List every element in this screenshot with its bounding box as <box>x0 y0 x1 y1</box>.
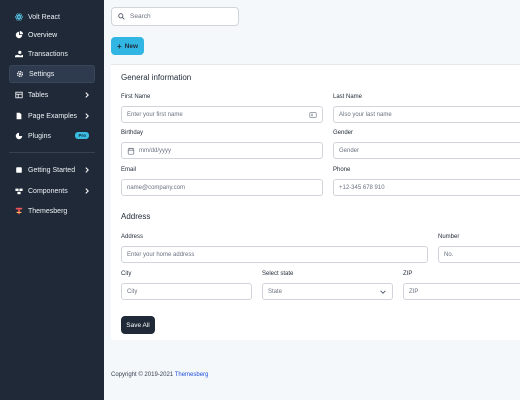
new-button[interactable]: + New <box>111 37 144 55</box>
sidebar-item-label: Plugins <box>28 132 51 140</box>
search-input[interactable] <box>130 13 230 20</box>
book-icon <box>15 166 23 174</box>
table-icon <box>15 91 23 99</box>
sidebar-item-label: Themesberg <box>28 207 68 215</box>
calendar-icon <box>127 147 135 155</box>
first-name-field[interactable]: Enter your first name <box>121 106 323 123</box>
hand-holding-usd-icon <box>15 50 23 58</box>
sidebar-item-components[interactable]: Components <box>9 182 95 200</box>
sidebar-item-tables[interactable]: Tables <box>9 86 95 104</box>
address-heading: Address <box>121 212 151 221</box>
gender-label: Gender <box>333 130 354 136</box>
state-label: Select state <box>262 271 294 277</box>
sidebar-item-themesberg[interactable]: Themesberg <box>9 202 95 220</box>
sidebar-item-label: Components <box>28 187 68 195</box>
sidebar-item-page-examples[interactable]: Page Examples <box>9 107 95 125</box>
birthday-field[interactable]: mm/dd/yyyy <box>121 142 323 159</box>
save-all-button[interactable]: Save All <box>121 316 155 334</box>
last-name-field[interactable]: Also your last name <box>333 106 520 123</box>
pie-chart-icon <box>15 31 23 39</box>
boxes-icon <box>15 187 23 195</box>
pro-badge: Pro <box>75 132 89 139</box>
address-label: Address <box>121 234 144 240</box>
chevron-right-icon <box>83 166 91 174</box>
phone-label: Phone <box>333 167 351 173</box>
zip-field[interactable]: ZIP <box>403 283 520 300</box>
themesberg-logo-icon <box>15 207 23 215</box>
sidebar-item-overview[interactable]: Overview <box>9 26 95 44</box>
search-icon <box>118 13 125 20</box>
birthday-label: Birthday <box>121 130 144 136</box>
gear-icon <box>16 70 24 78</box>
brand-label: Volt React <box>28 13 60 21</box>
chart-pie-icon <box>15 132 23 140</box>
email-field[interactable]: name@company.com <box>121 179 323 196</box>
search-box[interactable] <box>111 7 239 26</box>
last-name-label: Last Name <box>333 94 363 100</box>
sidebar-item-label: Getting Started <box>28 166 76 174</box>
city-label: City <box>121 271 132 277</box>
sidebar-item-plugins[interactable]: Plugins Pro <box>9 127 95 145</box>
first-name-label: First Name <box>121 94 151 100</box>
number-label: Number <box>438 234 460 240</box>
sidebar-item-label: Page Examples <box>28 112 78 120</box>
sidebar-item-settings[interactable]: Settings <box>9 65 95 83</box>
general-information-heading: General information <box>121 73 192 82</box>
sidebar-item-transactions[interactable]: Transactions <box>9 45 95 63</box>
address-field[interactable]: Enter your home address <box>121 246 428 263</box>
react-logo-icon <box>15 13 23 21</box>
city-field[interactable]: City <box>121 283 252 300</box>
state-select[interactable]: State <box>262 283 393 300</box>
contact-card-icon <box>309 111 317 119</box>
chevron-right-icon <box>83 187 91 195</box>
gender-select[interactable]: Gender <box>333 142 520 159</box>
zip-label: ZIP <box>403 271 413 277</box>
sidebar: Volt React Overview Transactions Setting… <box>0 0 104 400</box>
new-button-label: New <box>124 42 139 50</box>
themesberg-link[interactable]: Themesberg <box>175 372 209 378</box>
footer: Copyright © 2019-2021 Themesberg <box>111 372 208 378</box>
phone-field[interactable]: +12-345 678 910 <box>333 179 520 196</box>
copyright-text: Copyright © 2019-2021 <box>111 372 175 378</box>
sidebar-item-label: Transactions <box>28 50 68 58</box>
sidebar-item-label: Settings <box>29 70 55 78</box>
chevron-right-icon <box>83 112 91 120</box>
email-label: Email <box>121 167 137 173</box>
sidebar-brand[interactable]: Volt React <box>9 8 95 26</box>
chevron-right-icon <box>83 91 91 99</box>
sidebar-divider <box>9 152 95 153</box>
sidebar-item-label: Overview <box>28 31 58 39</box>
plus-icon: + <box>116 41 122 51</box>
number-field[interactable]: No. <box>438 246 520 263</box>
sidebar-item-getting-started[interactable]: Getting Started <box>9 161 95 179</box>
sidebar-item-label: Tables <box>28 91 49 99</box>
chevron-down-icon <box>379 288 387 296</box>
file-icon <box>15 112 23 120</box>
